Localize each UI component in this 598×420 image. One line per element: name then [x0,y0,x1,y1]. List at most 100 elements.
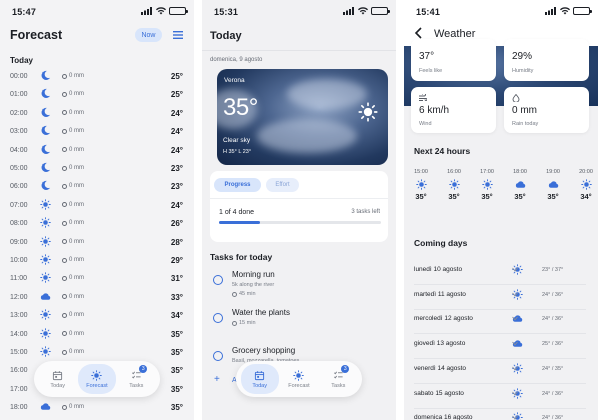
signal-icon [141,7,152,15]
hour-row[interactable]: 09:00 0 mm 28° [0,235,194,253]
hour-row[interactable]: 10:00 0 mm 29° [0,253,194,271]
hour-row[interactable]: 02:00 0 mm 24° [0,106,194,124]
task-checkbox[interactable] [213,313,223,323]
hour-time: 16:00 [447,169,461,175]
tab-label: Today [50,382,65,389]
hour-temperature: 35° [415,192,427,201]
progress-done-text: 1 of 4 done [219,209,255,216]
hour-row[interactable]: 06:00 0 mm 23° [0,179,194,197]
tab-today[interactable]: Today [240,364,279,394]
day-row[interactable]: mercoledì 12 agosto 24° / 36° [414,310,586,335]
stat-card-rain: 0 mm Rain today [504,87,589,133]
status-time: 15:41 [416,7,441,17]
rain-amount: 0 mm [62,128,84,134]
hour-row[interactable]: 08:00 0 mm 26° [0,216,194,234]
drop-icon [62,275,67,281]
day-row[interactable]: sabato 15 agosto 24° / 36° [414,385,586,409]
calendar-icon [52,370,63,381]
rain-text: 0 mm [69,220,84,227]
hour-temperature: 35° [170,329,183,339]
hour-row[interactable]: 03:00 0 mm 24° [0,124,194,142]
divider [210,198,388,199]
menu-icon[interactable] [173,31,183,39]
hour-row[interactable]: 14:00 0 mm 35° [0,327,194,345]
task-item[interactable]: Water the plants 15 min [210,308,390,338]
hour-time: 03:00 [10,128,28,136]
stat-value: 6 km/h [419,105,450,116]
hour-row[interactable]: 13:00 0 mm 34° [0,308,194,326]
rain-text: 0 mm [69,293,84,300]
battery-icon [371,7,390,15]
hour-time: 13:00 [10,312,28,320]
hour-temperature: 35° [170,403,183,413]
day-name: mercoledì 12 agosto [414,315,473,323]
day-row[interactable]: venerdì 14 agosto 24° / 35° [414,360,586,384]
moon-icon [40,144,51,155]
day-row[interactable]: lunedì 10 agosto 23° / 37° [414,261,586,285]
hour-row[interactable]: 01:00 0 mm 25° [0,87,194,105]
hour-time: 16:00 [10,367,28,375]
tasks-heading: Tasks for today [210,252,273,262]
sun-icon [40,236,51,247]
day-row[interactable]: giovedì 13 agosto 25° / 36° [414,335,586,360]
sun-icon [482,179,493,190]
task-title: Morning run [232,270,275,279]
hour-time: 00:00 [10,73,28,80]
task-checkbox[interactable] [213,351,223,361]
chevron-down-icon[interactable] [512,292,518,297]
hour-row[interactable]: 00:00 0 mm 25° [0,69,194,87]
rain-amount: 0 mm [62,239,84,245]
drop-icon [62,220,67,226]
tab-label: Tasks [331,382,346,389]
day-name: domenica 16 agosto [414,414,473,420]
rain-amount: 0 mm [62,73,84,79]
day-name: giovedì 13 agosto [414,340,466,348]
chevron-down-icon[interactable] [512,316,518,321]
rain-amount: 0 mm [62,312,84,318]
tab-tasks[interactable]: Tasks 3 [319,364,357,394]
chevron-down-icon[interactable] [512,267,518,272]
signal-icon [343,7,354,15]
day-row[interactable]: domenica 16 agosto 24° / 36° [414,409,586,420]
chevron-down-icon[interactable] [512,341,518,346]
task-checkbox[interactable] [213,275,223,285]
day-row[interactable]: martedì 11 agosto 24° / 36° [414,286,586,310]
day-name: martedì 11 agosto [414,290,466,298]
sun-icon [581,179,592,190]
duration-text: 45 min [239,291,256,297]
drop-icon [62,91,67,97]
tab-forecast[interactable]: Forecast [280,364,318,394]
rain-text: 0 mm [69,146,84,153]
tab-today[interactable]: Today [39,364,77,394]
task-item[interactable]: Morning run 5k along the river 45 min [210,270,390,300]
weather-hero-card[interactable]: Verona 35° Clear sky H 35° L 23° [217,69,388,165]
hour-temperature: 34° [580,192,592,201]
chevron-down-icon[interactable] [512,415,518,420]
tab-progress[interactable]: Progress [214,178,261,192]
chevron-down-icon[interactable] [512,366,518,371]
stat-label: Wind [419,121,432,127]
hour-row[interactable]: 04:00 0 mm 24° [0,143,194,161]
drop-icon [62,239,67,245]
plus-icon[interactable]: + [214,374,220,385]
rain-text: 0 mm [69,73,84,79]
rain-text: 0 mm [69,275,84,282]
day-range: 25° / 36° [542,341,564,348]
tab-label: Today [252,382,267,389]
tab-forecast[interactable]: Forecast [77,364,116,394]
back-arrow-icon[interactable] [414,27,423,39]
now-button[interactable]: Now [135,28,162,42]
drop-icon [62,294,67,300]
chevron-down-icon[interactable] [512,391,518,396]
hour-time: 09:00 [10,238,28,246]
sun-icon [91,370,102,381]
hour-row[interactable]: 07:00 0 mm 24° [0,198,194,216]
hour-row[interactable]: 18:00 0 mm 35° [0,400,194,418]
hour-row[interactable]: 05:00 0 mm 23° [0,161,194,179]
tab-effort[interactable]: Effort [266,178,299,192]
hour-temperature: 35° [170,384,183,394]
hour-row[interactable]: 11:00 0 mm 31° [0,271,194,289]
tab-tasks[interactable]: Tasks 3 [117,364,155,394]
hour-row[interactable]: 12:00 0 mm 33° [0,290,194,308]
sun-icon [449,179,460,190]
